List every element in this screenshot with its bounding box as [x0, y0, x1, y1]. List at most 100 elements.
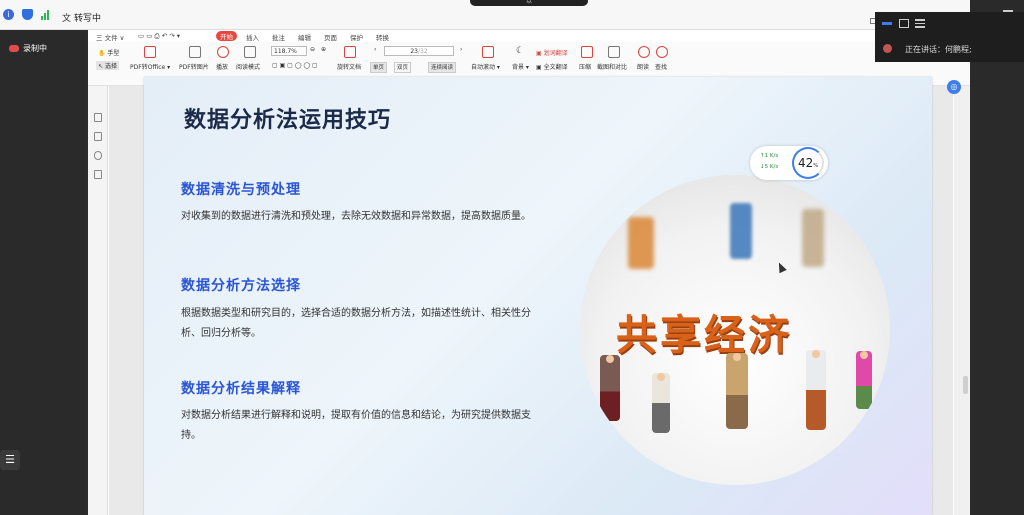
shared-economy-text: 共享经济	[616, 311, 792, 359]
section-body-method: 根据数据类型和研究目的，选择合适的数据分析方法，如描述性统计、相关性分析、回归分…	[181, 308, 531, 339]
menu-file[interactable]: 三 文件 ∨	[96, 32, 124, 42]
transcribe-status[interactable]: 转写中	[74, 11, 101, 24]
recording-label: 录制中	[23, 44, 47, 53]
top-status-bar: i 文 转写中 以	[0, 0, 1024, 30]
menu-insert[interactable]: 插入	[246, 32, 259, 42]
section-heading-cleaning: 数据清洗与预处理	[181, 182, 301, 198]
window-icon[interactable]	[899, 19, 909, 28]
shared-economy-image: 共享经济	[580, 175, 890, 485]
pdf-to-office-icon	[144, 46, 156, 58]
figure-head	[812, 350, 820, 358]
pdf-to-image-button[interactable]: PDF转图片	[179, 62, 209, 71]
speaker-avatar	[883, 44, 892, 53]
attachment-icon[interactable]	[94, 151, 102, 160]
auto-scroll-icon	[482, 46, 494, 58]
download-speed: ↓5 K/s	[760, 164, 779, 170]
quick-icons[interactable]: ▭ ▭ ⎙ ↶ ↷ ▾	[138, 32, 180, 41]
menu-start[interactable]: 开始	[216, 31, 237, 41]
figure-2	[652, 373, 670, 433]
figure-blue-bg	[730, 203, 752, 259]
menu-protect[interactable]: 保护	[350, 32, 363, 42]
compress-icon	[581, 46, 593, 58]
cloud-record-icon	[9, 45, 19, 52]
translate-word-button[interactable]: ▣ 划词翻译	[536, 48, 568, 57]
section-body-cleaning: 对收集到的数据进行清洗和预处理，去除无效数据和异常数据，提高数据质量。	[181, 211, 531, 222]
single-page-button[interactable]: 单页	[370, 62, 388, 73]
section-body-results: 对数据分析结果进行解释和说明，提取有价值的信息和结论，为研究提供数据支持。	[181, 410, 531, 441]
speaker-panel: 正在讲话：何鹏程;	[875, 12, 1024, 62]
usage-gauge: 42%	[792, 147, 824, 179]
list-icon[interactable]	[915, 19, 925, 28]
select-tool[interactable]: ↖ 选择	[96, 61, 119, 70]
zoom-out-icon[interactable]: ⊖	[310, 46, 315, 53]
transcribe-icon[interactable]: 文	[62, 11, 71, 24]
figure-head	[733, 353, 741, 361]
read-aloud-icon	[638, 46, 650, 58]
menu-convert[interactable]: 转换	[376, 32, 389, 42]
auto-scroll-button[interactable]: 自动滚动 ▾	[471, 62, 500, 71]
read-mode-icon	[244, 46, 256, 58]
thumbnail-icon[interactable]	[94, 132, 102, 141]
moon-icon: ☾	[516, 46, 525, 56]
rotate-icon	[344, 46, 356, 58]
pdf-to-office-button[interactable]: PDF转Office ▾	[130, 62, 170, 71]
compress-button[interactable]: 压缩	[579, 62, 591, 71]
vertical-scrollbar[interactable]	[954, 86, 970, 515]
side-assistant-icon[interactable]: ◎	[947, 80, 961, 94]
find-button[interactable]: 查找	[655, 62, 667, 71]
pdf-reader-window: 三 文件 ∨ ▭ ▭ ⎙ ↶ ↷ ▾ 开始 插入 批注 编辑 页面 保护 转换 …	[88, 30, 970, 515]
section-heading-method: 数据分析方法选择	[181, 278, 301, 294]
pdf-to-image-icon	[189, 46, 201, 58]
left-sidebar: 录制中 ☰	[0, 30, 86, 515]
left-tool-rail	[88, 86, 108, 515]
menu-bar: 三 文件 ∨ ▭ ▭ ⎙ ↶ ↷ ▾ 开始 插入 批注 编辑 页面 保护 转换	[88, 30, 970, 42]
figure-head	[606, 355, 614, 363]
page-number-input[interactable]: 23/32	[384, 46, 454, 56]
find-icon	[656, 46, 668, 58]
play-icon	[217, 46, 229, 58]
scroll-thumb[interactable]	[963, 376, 968, 394]
rotate-button[interactable]: 旋转文档	[337, 62, 361, 71]
read-aloud-button[interactable]: 朗读	[637, 62, 649, 71]
upload-speed: ↑1 K/s	[760, 153, 779, 159]
figure-orange-bg	[628, 217, 654, 269]
view-icons[interactable]: ▢ ▣ ▢ ◯ ◯ ▢	[272, 62, 318, 69]
read-mode-button[interactable]: 阅读模式	[236, 62, 260, 71]
meeting-title-pill[interactable]: 以	[470, 0, 588, 6]
figure-4	[806, 350, 826, 430]
hand-tool[interactable]: ✋ 手型	[98, 48, 119, 57]
right-dark-area	[970, 0, 1024, 515]
figure-3	[726, 353, 748, 429]
info-icon[interactable]: i	[3, 9, 14, 20]
figure-head	[657, 373, 665, 381]
screenshot-compare-icon	[608, 46, 620, 58]
figure-head	[860, 351, 868, 359]
figure-5	[856, 351, 872, 409]
figure-beige-bg	[802, 209, 824, 267]
play-button[interactable]: 播放	[216, 62, 228, 71]
speaking-label: 正在讲话：何鹏程;	[905, 45, 972, 54]
shield-icon[interactable]	[22, 9, 33, 20]
menu-comment[interactable]: 批注	[272, 32, 285, 42]
menu-page[interactable]: 页面	[324, 32, 337, 42]
collapse-icon[interactable]	[882, 22, 892, 25]
signature-icon[interactable]	[94, 170, 102, 179]
menu-edit[interactable]: 编辑	[298, 32, 311, 42]
next-page-icon[interactable]: ›	[460, 46, 462, 53]
list-button[interactable]: ☰	[0, 450, 20, 470]
continuous-read-button[interactable]: 连续阅读	[428, 62, 457, 73]
background-button[interactable]: 背景 ▾	[512, 62, 529, 71]
double-page-button[interactable]: 双页	[394, 62, 412, 73]
prev-page-icon[interactable]: ‹	[374, 46, 376, 53]
slide-title: 数据分析法运用技巧	[184, 108, 392, 133]
bookmark-icon[interactable]	[94, 113, 102, 122]
zoom-in-icon[interactable]: ⊕	[321, 46, 326, 53]
figure-1	[600, 355, 620, 421]
screenshot-compare-button[interactable]: 截图和对比	[597, 62, 627, 71]
network-speed-widget[interactable]: ↑1 K/s ↓5 K/s 42%	[750, 146, 828, 180]
translate-full-button[interactable]: ▣ 全文翻译	[536, 62, 568, 71]
recording-status[interactable]: 录制中	[9, 43, 47, 54]
signal-icon	[41, 9, 52, 20]
zoom-input[interactable]: 118.7%	[271, 46, 307, 56]
slide-page: 数据分析法运用技巧 数据清洗与预处理 对收集到的数据进行清洗和预处理，去除无效数…	[144, 77, 932, 515]
